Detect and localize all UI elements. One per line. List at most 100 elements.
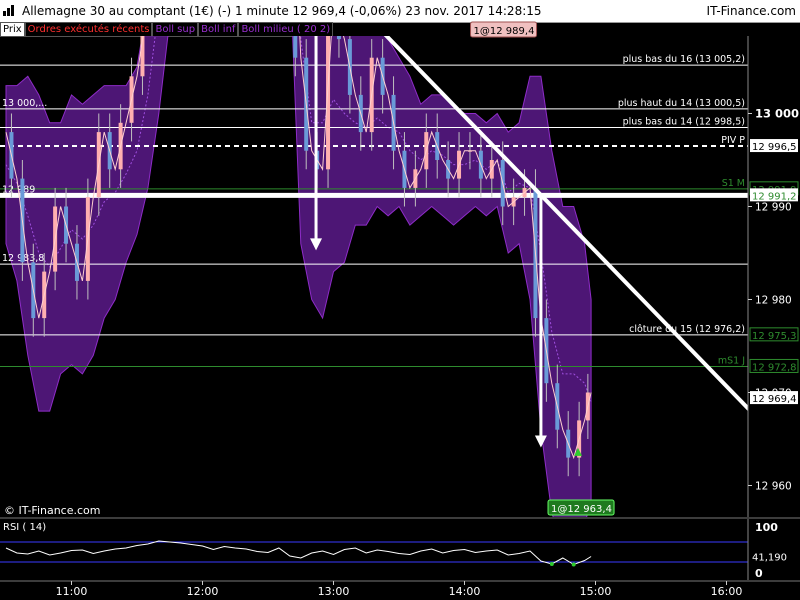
rsi-panel[interactable] [0,540,748,567]
svg-text:12 991,9: 12 991,9 [752,185,797,196]
candle-body [544,318,549,384]
candle-body [31,262,36,319]
candle-body [424,132,429,170]
candle-body [129,76,134,123]
candle-body [380,57,385,95]
chart-window: Allemagne 30 au comptant (1€) (-) 1 minu… [0,0,800,600]
rsi-oversold-point [571,562,576,567]
candle-body [85,197,90,281]
y-tick-label: 12 990 [755,202,792,214]
x-tick-label: 16:00 [711,585,743,598]
rsi-tick-label: 0 [755,567,763,580]
candle-body [511,197,516,207]
level-tag: 12 972,8 [749,358,799,373]
last-price-tag: 12 969,4 [750,391,798,405]
legend-item-boll-inf[interactable]: Boll inf [198,22,239,37]
candle-body [20,178,25,263]
y-tick-label: 12 980 [755,295,792,307]
y-tick-label: 12 970 [755,388,792,400]
svg-text:12 969,4: 12 969,4 [752,394,797,405]
candle-body [585,392,590,421]
candle-body [358,94,363,133]
header-bar: Allemagne 30 au comptant (1€) (-) 1 minu… [0,0,800,23]
candle-body [533,187,538,319]
candle-body [500,160,505,207]
legend-item-price[interactable]: Prix [0,22,25,37]
svg-text:1@12 989,4: 1@12 989,4 [474,26,535,37]
candle-body [347,39,352,95]
price-chart[interactable]: clôture du 16 (13 046,5)clôture du 14 (1… [0,0,800,600]
svg-text:12 972,8: 12 972,8 [752,362,797,373]
level-tag: 12 991,9 [749,181,799,196]
candle-body [304,57,309,151]
arrow-annotation[interactable] [310,0,323,251]
order-tag[interactable]: 1@12 989,4 [470,21,538,38]
order-tag[interactable]: 1@12 963,4 [547,447,615,516]
level-tag: 12 975,3 [749,327,799,342]
y-axis-panel [748,36,800,517]
rsi-tick-label: 100 [755,521,778,534]
candle-body [566,429,571,458]
svg-text:12 991,2: 12 991,2 [752,191,797,202]
legend-item-boll-sup[interactable]: Boll sup [152,22,199,37]
arrow-annotation[interactable] [534,195,547,448]
level-label: plus bas du 16 (13 005,2) [623,54,745,65]
candle-body [107,132,112,170]
x-tick-label: 14:00 [449,585,481,598]
rsi-title: RSI ( 14) [3,522,46,533]
candle-body [369,57,374,133]
plot-area: clôture du 16 (13 046,5)clôture du 14 (1… [0,0,800,517]
candle-body [413,169,418,188]
candle-body [9,132,14,179]
level-label: S1 M [722,178,745,189]
price-line [5,36,592,460]
y-tick-label: 12 960 [755,481,792,493]
candle-body [315,150,320,170]
candle-body [64,206,69,244]
level-label: plus haut du 14 (13 000,5) [618,98,745,109]
candle-body [42,271,47,319]
level-tag: 12 996,5 [750,139,798,153]
candle-body [522,187,527,198]
watermark: © IT-Finance.com [4,504,101,517]
candle-body [555,383,560,430]
legend-item-recent-orders[interactable]: Ordres exécutés récents [24,22,153,37]
rsi-last-value: 41,190 [752,553,787,564]
level-label: clôture du 15 (12 976,2) [629,324,745,335]
level-left-label: 12 983,8 [2,253,44,264]
candle-body [457,150,462,179]
svg-text:12 996,5: 12 996,5 [752,142,797,153]
legend-bar: Prix Ordres exécutés récents Boll sup Boll … [0,22,334,37]
trendline[interactable] [6,0,800,476]
level-left-label: 13 000,... [2,98,47,109]
level-label: PIV P [721,135,745,146]
svg-text:12 975,3: 12 975,3 [752,331,797,342]
candle-body [489,160,494,179]
x-tick-label: 15:00 [580,585,612,598]
candle-body [96,132,101,198]
candle-body [446,160,451,179]
x-tick-label: 11:00 [56,585,88,598]
bollinger-band [5,36,592,517]
x-tick-label: 12:00 [187,585,219,598]
bollinger-middle [5,36,592,402]
candle-body [577,420,582,458]
candle-body [435,132,440,160]
rsi-oversold-point [549,562,554,566]
level-label: plus bas du 14 (12 998,5) [623,116,745,127]
candle-body [74,243,79,281]
candle-body [53,206,58,272]
y-tick-label: 13 000 [755,107,799,121]
candle-body [391,94,396,151]
chart-title: Allemagne 30 au comptant (1€) (-) 1 minu… [22,4,542,18]
candle-body [478,150,483,179]
candle-body [118,122,123,170]
level-left-label: 12 989 [2,184,35,195]
level-tag: 12 991,2 [750,188,798,202]
candle-body [467,150,472,152]
svg-text:1@12 963,4: 1@12 963,4 [551,504,612,515]
level-label: mS1 J [718,355,745,366]
x-tick-label: 13:00 [318,585,350,598]
legend-item-boll-mid[interactable]: Boll milieu ( 20 2) [238,22,334,37]
brand-label: IT-Finance.com [706,4,796,18]
